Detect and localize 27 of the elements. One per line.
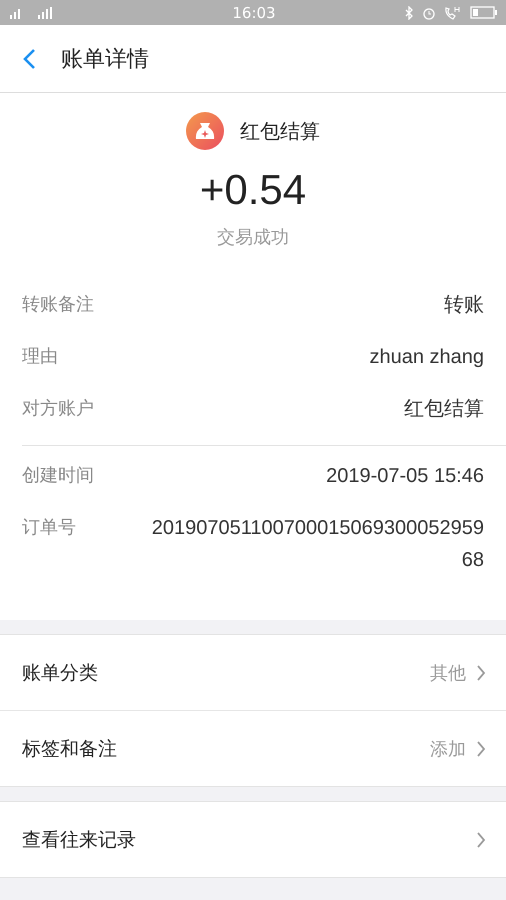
merchant-name: 红包结算 [240, 118, 320, 144]
detail-label: 创建时间 [22, 464, 94, 488]
alarm-icon [422, 6, 436, 20]
menu-row[interactable]: 标签和备注 添加 [0, 710, 506, 786]
chevron-right-icon [476, 740, 486, 758]
menu-row[interactable]: 查看往来记录 [0, 802, 506, 877]
status-time: 16:03 [232, 4, 276, 22]
back-icon[interactable] [22, 48, 36, 70]
detail-value: 2019-07-05 15:46 [326, 464, 484, 489]
detail-value: 20190705110070001506930005295968 [150, 516, 484, 573]
detail-label: 订单号 [22, 516, 76, 540]
detail-label: 理由 [22, 345, 58, 369]
phone-icon [444, 6, 462, 20]
amount: +0.54 [198, 165, 308, 215]
detail-value: zhuan zhang [369, 345, 484, 370]
bluetooth-icon [404, 6, 414, 20]
detail-value: 转账 [444, 293, 484, 318]
transaction-status: 交易成功 [216, 226, 290, 249]
money-bag-icon [186, 112, 224, 150]
detail-label: 转账备注 [22, 293, 94, 317]
menu-row[interactable]: 账单分类 其他 [0, 635, 506, 710]
page-title: 账单详情 [61, 46, 149, 74]
chevron-right-icon [476, 664, 486, 682]
detail-label: 对方账户 [22, 397, 94, 421]
battery-icon [470, 6, 498, 19]
detail-value: 红包结算 [404, 397, 484, 422]
chevron-right-icon [476, 830, 486, 848]
